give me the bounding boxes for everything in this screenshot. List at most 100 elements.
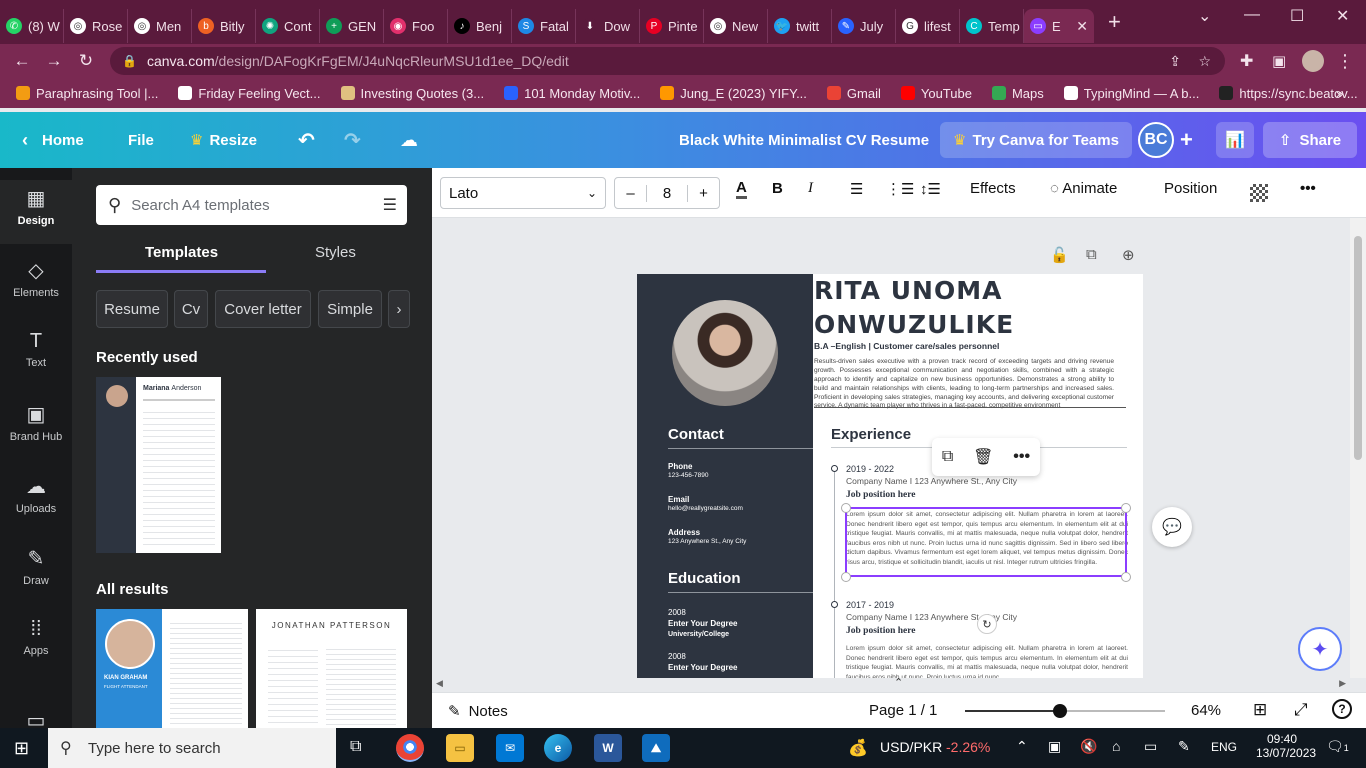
zoom-slider[interactable] (965, 704, 1165, 718)
add-page-icon[interactable]: ⊕ (1122, 246, 1135, 264)
bookmark-item[interactable]: Jung_E (2023) YIFY... (660, 86, 807, 101)
share-page-icon[interactable]: ⇪ (1169, 53, 1181, 70)
ticker-change[interactable]: -2.26% (946, 739, 990, 755)
filter-icon[interactable]: ☰ (383, 195, 397, 215)
edu1-year[interactable]: 2008 (668, 608, 686, 617)
resize-handle[interactable] (1121, 503, 1131, 513)
email-value[interactable]: hello@reallygreatsite.com (668, 505, 743, 512)
chip-cv[interactable]: Cv (174, 290, 208, 328)
resume-name-line2[interactable]: ONWUZULIKE (814, 310, 1014, 339)
vertical-scrollbar[interactable] (1350, 218, 1366, 678)
education-heading[interactable]: Education (668, 570, 741, 587)
zoom-level[interactable]: 64% (1191, 702, 1221, 719)
rail-item-draw[interactable]: ✎ Draw (0, 540, 72, 604)
try-teams-button[interactable]: ♛ Try Canva for Teams (940, 122, 1132, 158)
word-icon[interactable]: W (594, 734, 622, 762)
effects-button[interactable]: Effects (970, 180, 1016, 197)
browser-tab[interactable]: ◎ Men (128, 9, 192, 43)
browser-tab[interactable]: ⬇ Dow (576, 9, 640, 43)
rail-item-apps[interactable]: ⁞⁞ Apps (0, 612, 72, 676)
browser-menu-icon[interactable]: ⋮ (1336, 51, 1354, 72)
chip-cover-letter[interactable]: Cover letter (215, 290, 311, 328)
edu2-degree[interactable]: Enter Your Degree (668, 663, 738, 672)
document-title[interactable]: Black White Minimalist CV Resume (679, 112, 929, 168)
browser-tab[interactable]: ♪ Benj (448, 9, 512, 43)
home-button[interactable]: ‹ Home (22, 112, 84, 168)
browser-tab[interactable]: b Bitly (192, 9, 256, 43)
browser-tab[interactable]: ✺ Cont (256, 9, 320, 43)
monitor-icon[interactable]: ▭ (1144, 738, 1157, 755)
bookmark-item[interactable]: Investing Quotes (3... (340, 86, 484, 101)
list-icon[interactable]: ⋮☰ (886, 180, 914, 198)
sidebar-icon[interactable]: ▣ (1272, 52, 1286, 70)
browser-tab[interactable]: ◎ New (704, 9, 768, 43)
font-size-input[interactable]: 8 (647, 185, 687, 202)
forward-icon[interactable]: → (38, 51, 70, 71)
address-value[interactable]: 123 Anywhere St., Any City (668, 538, 746, 545)
resume-name-line1[interactable]: RITA UNOMA (814, 276, 1002, 305)
tab-search-icon[interactable]: ⌄ (1198, 6, 1211, 26)
fullscreen-icon[interactable]: ⤢ (1294, 700, 1308, 720)
edu2-year[interactable]: 2008 (668, 652, 686, 661)
search-input[interactable]: ⚲ Search A4 templates ☰ (96, 185, 407, 225)
result-template-thumb-1[interactable]: KIAN GRAHAM FLIGHT ATTENDANT (96, 609, 248, 729)
show-hidden-icons[interactable]: ⌃ (1016, 738, 1028, 755)
chip-simple[interactable]: Simple (318, 290, 382, 328)
zoom-slider-knob[interactable] (1053, 704, 1067, 718)
notes-button[interactable]: ✎ Notes (448, 702, 508, 721)
lock-page-icon[interactable]: 🔓 (1050, 246, 1069, 264)
minimize-icon[interactable]: — (1244, 6, 1260, 24)
edu1-degree[interactable]: Enter Your Degree (668, 619, 738, 628)
exp2-years[interactable]: 2017 - 2019 (846, 600, 894, 610)
browser-tab[interactable]: ◉ Foo (384, 9, 448, 43)
tab-templates[interactable]: Templates (145, 244, 218, 261)
browser-tab[interactable]: ✎ July (832, 9, 896, 43)
file-menu[interactable]: File (128, 112, 154, 168)
exp1-position[interactable]: Job position here (846, 490, 916, 500)
photos-icon[interactable]: ⛰ (642, 734, 670, 762)
resume-summary[interactable]: Results-driven sales executive with a pr… (814, 358, 1114, 411)
browser-tab[interactable]: + GEN (320, 9, 384, 43)
text-color-icon[interactable]: A (736, 180, 747, 199)
browser-tab[interactable]: P Pinte (640, 9, 704, 43)
profile-avatar[interactable] (1302, 50, 1324, 72)
pen-icon[interactable]: ✎ (1178, 738, 1190, 755)
network-icon[interactable]: ⌂ (1112, 738, 1120, 754)
browser-tab[interactable]: S Fatal (512, 9, 576, 43)
file-explorer-icon[interactable]: ▭ (446, 734, 474, 762)
webcam-icon[interactable]: ▣ (1048, 738, 1061, 755)
resize-handle[interactable] (841, 572, 851, 582)
windows-start-icon[interactable]: ⊞ (14, 738, 29, 759)
duplicate-icon[interactable]: ⧉ (942, 448, 953, 466)
ticker-name[interactable]: USD/PKR (880, 739, 942, 755)
font-select[interactable]: Lato ⌄ (440, 177, 606, 209)
increase-size-button[interactable]: + (687, 184, 719, 202)
edu1-school[interactable]: University/College (668, 631, 729, 638)
delete-icon[interactable]: 🗑 (973, 447, 993, 467)
window-close-icon[interactable]: ✕ (1336, 6, 1349, 26)
phone-value[interactable]: 123-456-7890 (668, 472, 708, 479)
chevron-up-icon[interactable]: ⌃ (894, 676, 903, 689)
address-label[interactable]: Address (668, 528, 700, 537)
mail-icon[interactable]: ✉ (496, 734, 524, 762)
browser-tab[interactable]: C Temp (960, 9, 1024, 43)
experience-heading[interactable]: Experience (831, 426, 911, 443)
duplicate-page-icon[interactable]: ⧉ (1086, 246, 1097, 263)
horizontal-scrollbar[interactable]: ◀ ⌃ ▶ (432, 676, 1350, 692)
bookmark-item[interactable]: Paraphrasing Tool |... (16, 86, 158, 101)
taskbar-search-input[interactable]: ⚲ Type here to search (48, 728, 336, 768)
profile-photo[interactable] (672, 300, 778, 406)
insights-icon[interactable]: 📊 (1216, 122, 1254, 158)
resume-subtitle[interactable]: B.A –English | Customer care/sales perso… (814, 341, 999, 351)
contact-heading[interactable]: Contact (668, 426, 724, 443)
phone-label[interactable]: Phone (668, 462, 692, 471)
grid-view-icon[interactable]: ⊞ (1253, 700, 1267, 720)
email-label[interactable]: Email (668, 495, 689, 504)
spacing-icon[interactable]: ↕☰ (920, 180, 941, 198)
more-icon[interactable]: ••• (1013, 448, 1030, 466)
reload-icon[interactable]: ↻ (70, 51, 102, 71)
back-icon[interactable]: ← (6, 51, 38, 71)
clock[interactable]: 09:40 13/07/2023 (1256, 732, 1316, 760)
exp2-position[interactable]: Job position here (846, 626, 916, 636)
resume-page[interactable]: Contact Phone 123-456-7890 Email hello@r… (637, 274, 1143, 678)
